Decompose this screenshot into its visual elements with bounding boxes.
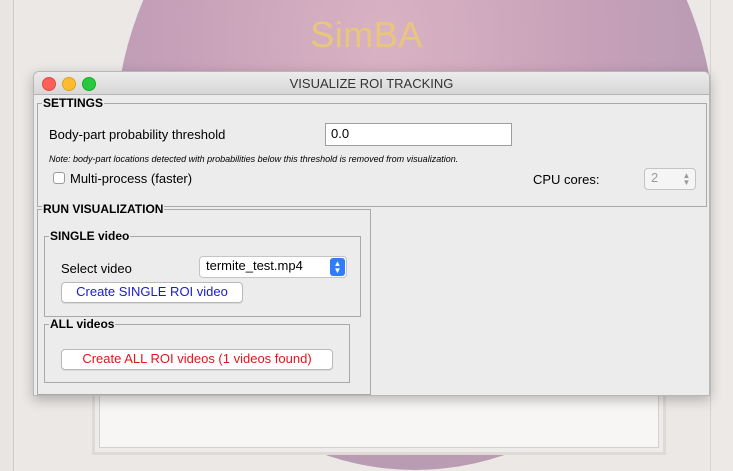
- cpu-cores-select[interactable]: 2 ▲ ▼: [644, 168, 696, 190]
- chevron-updown-icon: ▲ ▼: [330, 258, 345, 276]
- title-bar[interactable]: VISUALIZE ROI TRACKING: [34, 72, 709, 95]
- create-all-roi-videos-button[interactable]: Create ALL ROI videos (1 videos found): [61, 349, 333, 370]
- single-video-group: SINGLE video Select video termite_test.m…: [44, 229, 361, 317]
- run-visualization-group-label: RUN VISUALIZATION: [42, 202, 165, 216]
- all-videos-group-label: ALL videos: [49, 317, 116, 331]
- cpu-cores-value: 2: [651, 170, 659, 185]
- window-title: VISUALIZE ROI TRACKING: [289, 76, 454, 91]
- visualize-roi-tracking-window: VISUALIZE ROI TRACKING SETTINGS Body-par…: [33, 71, 710, 396]
- multiprocess-checkbox[interactable]: [53, 172, 65, 184]
- background-panel-inner: [99, 390, 659, 448]
- threshold-input[interactable]: 0.0: [325, 123, 512, 146]
- background-panel: [92, 390, 666, 455]
- select-video-dropdown[interactable]: termite_test.mp4 ▲ ▼: [199, 256, 347, 278]
- select-video-label: Select video: [61, 261, 132, 276]
- simba-logo-text: SimBA: [310, 14, 423, 55]
- chevron-updown-icon: ▲ ▼: [682, 171, 691, 187]
- cpu-cores-label: CPU cores:: [533, 172, 600, 187]
- run-visualization-group: RUN VISUALIZATION SINGLE video Select vi…: [37, 202, 371, 395]
- threshold-label: Body-part probability threshold: [49, 127, 226, 142]
- single-video-group-label: SINGLE video: [49, 229, 131, 243]
- settings-group-label: SETTINGS: [42, 96, 105, 110]
- multiprocess-label: Multi-process (faster): [70, 171, 193, 186]
- background-window-left-edge: [0, 0, 14, 471]
- all-videos-group: ALL videos Create ALL ROI videos (1 vide…: [44, 317, 350, 383]
- create-single-roi-video-button[interactable]: Create SINGLE ROI video: [61, 282, 243, 303]
- background-window-right-edge: [710, 0, 733, 471]
- selected-video-value: termite_test.mp4: [206, 258, 303, 273]
- threshold-note: Note: body-part locations detected with …: [49, 154, 459, 164]
- settings-group: SETTINGS Body-part probability threshold…: [37, 96, 707, 207]
